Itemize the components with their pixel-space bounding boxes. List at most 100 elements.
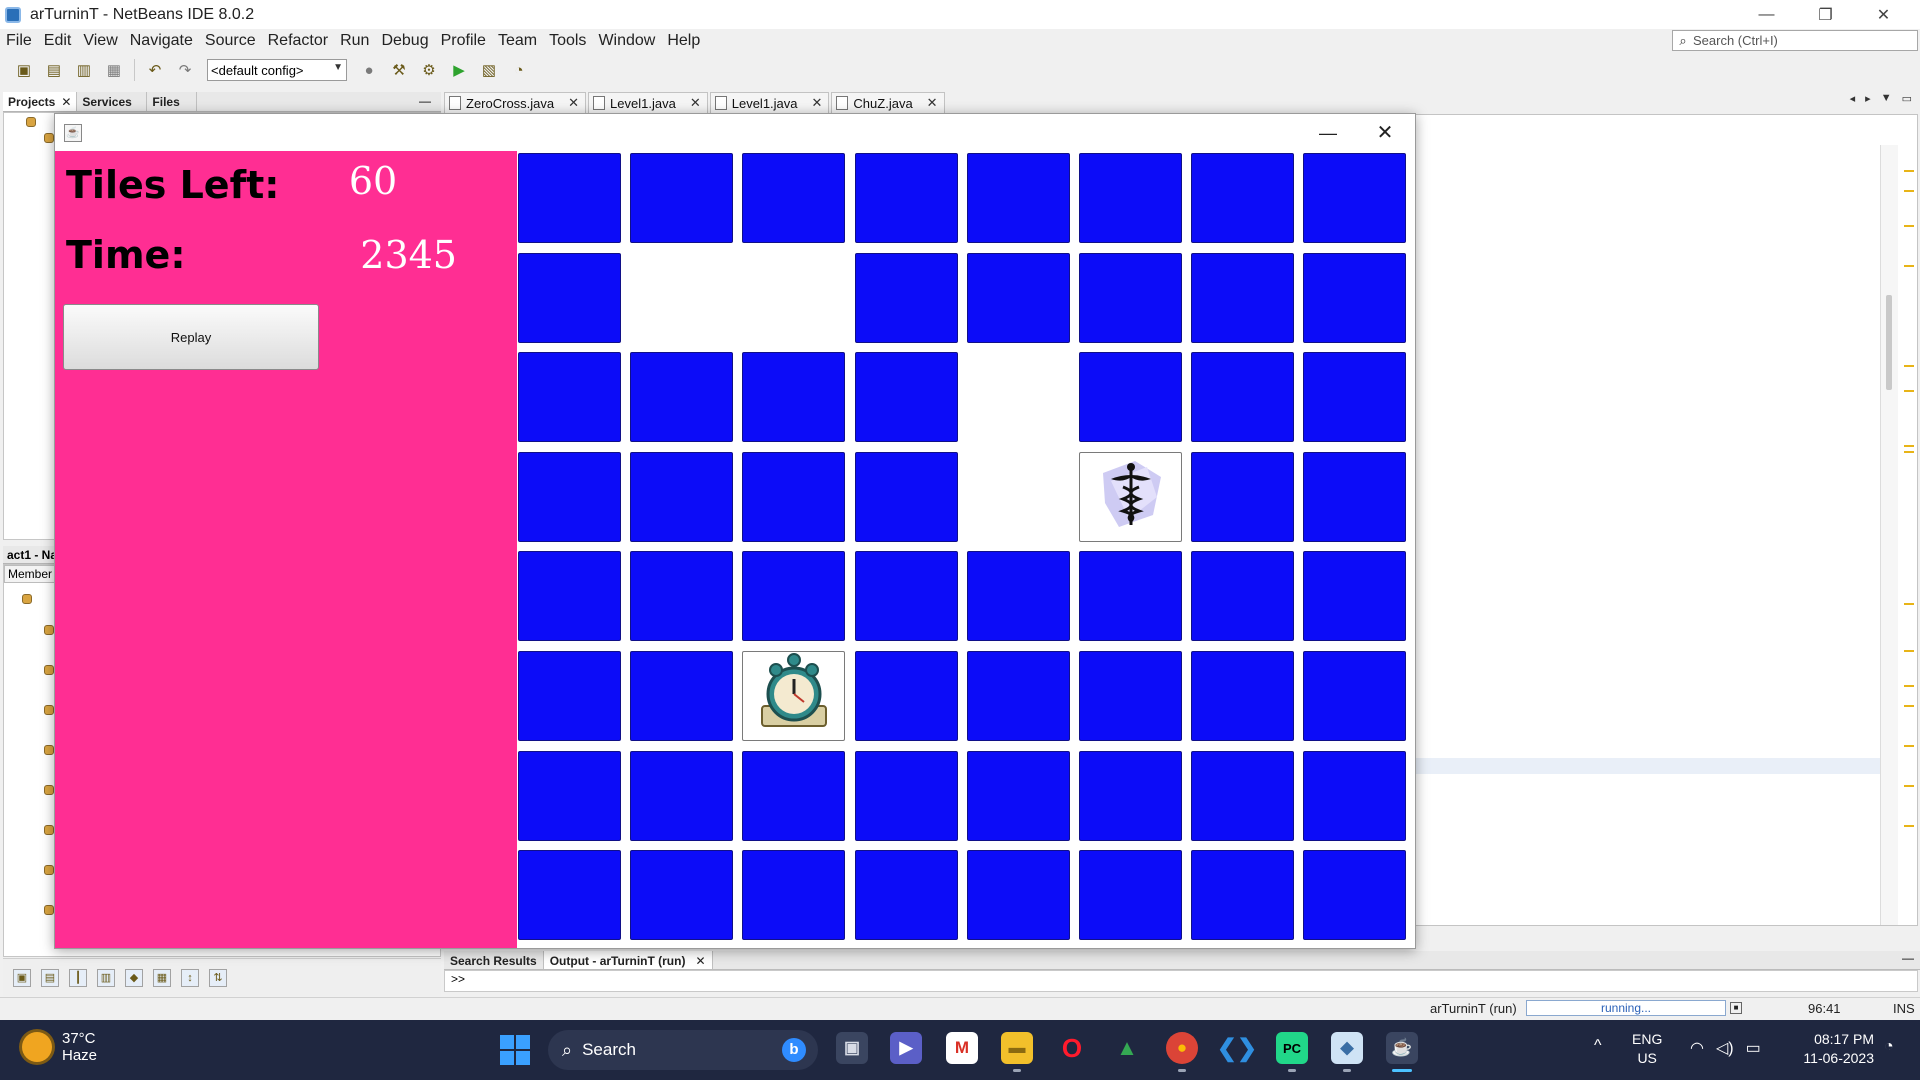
- build-hammer-icon[interactable]: ⚒: [387, 58, 411, 82]
- menu-profile[interactable]: Profile: [435, 32, 492, 50]
- tile-r7-c6[interactable]: [1191, 850, 1295, 941]
- config-select[interactable]: <default config> ▼: [207, 59, 347, 81]
- close-icon[interactable]: ✕: [695, 954, 705, 968]
- java-app-icon[interactable]: ☕: [1386, 1032, 1418, 1072]
- debug-icon[interactable]: ▧: [477, 58, 501, 82]
- gmail-icon[interactable]: M: [946, 1032, 978, 1064]
- close-icon[interactable]: ✕: [61, 95, 71, 109]
- tile-r0-c0[interactable]: [518, 153, 621, 243]
- virtualbox-icon[interactable]: ◆: [1331, 1032, 1363, 1072]
- file-explorer-icon[interactable]: ▬: [1001, 1032, 1033, 1072]
- tile-r1-c3[interactable]: [854, 252, 958, 343]
- menu-team[interactable]: Team: [492, 32, 543, 50]
- tab-output-run[interactable]: Output - arTurninT (run) ✕: [543, 951, 713, 969]
- start-button[interactable]: [500, 1035, 530, 1065]
- tile-r7-c2[interactable]: [742, 850, 846, 941]
- tab-services[interactable]: Services: [77, 92, 148, 111]
- run-icon[interactable]: ▶: [447, 58, 471, 82]
- bing-icon[interactable]: b: [782, 1038, 806, 1062]
- input-language[interactable]: ENG US: [1632, 1030, 1662, 1068]
- tab-level1-a[interactable]: Level1.java ✕: [588, 92, 708, 113]
- tile-r5-c4[interactable]: [966, 651, 1070, 741]
- tab-chuz[interactable]: ChuZ.java ✕: [831, 92, 945, 113]
- tile-r4-c7[interactable]: [1303, 551, 1407, 642]
- tile-r3-c7[interactable]: [1303, 451, 1407, 542]
- sort-source-icon[interactable]: ↕: [181, 968, 199, 987]
- tile-r1-c0[interactable]: [518, 252, 621, 343]
- tile-r4-c4[interactable]: [966, 551, 1070, 642]
- opera-icon[interactable]: O: [1056, 1032, 1088, 1064]
- tile-r2-c6[interactable]: [1191, 352, 1295, 443]
- tile-r4-c5[interactable]: [1079, 551, 1182, 642]
- tile-r6-c3[interactable]: [854, 750, 958, 841]
- replay-button[interactable]: Replay: [63, 304, 319, 370]
- minimize-output-icon[interactable]: —: [1902, 951, 1914, 965]
- tile-r6-c4[interactable]: [966, 750, 1070, 841]
- tile-r7-c7[interactable]: [1303, 850, 1407, 941]
- tile-r1-c7[interactable]: [1303, 252, 1407, 343]
- tile-r3-c6[interactable]: [1191, 451, 1295, 542]
- task-view-icon[interactable]: ▣: [836, 1032, 868, 1064]
- menu-edit[interactable]: Edit: [38, 32, 78, 50]
- teams-icon[interactable]: ▶: [890, 1032, 922, 1064]
- tile-r3-c5[interactable]: [1079, 451, 1182, 542]
- game-close-button[interactable]: ✕: [1357, 118, 1413, 148]
- tile-r0-c2[interactable]: [742, 153, 846, 243]
- tile-r6-c7[interactable]: [1303, 750, 1407, 841]
- tile-r3-c3[interactable]: [854, 451, 958, 542]
- ide-close-button[interactable]: ✕: [1855, 0, 1912, 29]
- tile-r5-c5[interactable]: [1079, 651, 1182, 741]
- ide-restore-button[interactable]: ❐: [1797, 0, 1854, 29]
- google-drive-icon[interactable]: ▲: [1111, 1032, 1143, 1064]
- close-icon[interactable]: ✕: [568, 95, 579, 111]
- show-opened-documents-icon[interactable]: ▼: [1881, 92, 1892, 105]
- tile-r6-c0[interactable]: [518, 750, 621, 841]
- redo-icon[interactable]: ↷: [173, 58, 197, 82]
- sort-name-icon[interactable]: ▦: [153, 968, 171, 987]
- wifi-icon[interactable]: ◠: [1690, 1038, 1704, 1058]
- scroll-right-icon[interactable]: ▸: [1865, 92, 1871, 105]
- menu-navigate[interactable]: Navigate: [124, 32, 199, 50]
- volume-icon[interactable]: ◁): [1716, 1038, 1734, 1058]
- tile-r0-c5[interactable]: [1079, 153, 1182, 243]
- filter-static-icon[interactable]: ▤: [41, 968, 59, 987]
- tab-search-results[interactable]: Search Results: [444, 951, 544, 969]
- tile-r5-c6[interactable]: [1191, 651, 1295, 741]
- tile-r7-c3[interactable]: [854, 850, 958, 941]
- filter-lock-icon[interactable]: ▥: [97, 968, 115, 987]
- close-icon[interactable]: ✕: [927, 95, 938, 111]
- tile-r3-c2[interactable]: [742, 451, 846, 542]
- scrollbar-thumb[interactable]: [1886, 295, 1892, 390]
- tile-r2-c3[interactable]: [854, 352, 958, 443]
- menu-run[interactable]: Run: [334, 32, 375, 50]
- tile-r6-c5[interactable]: [1079, 750, 1182, 841]
- tile-r4-c3[interactable]: [854, 551, 958, 642]
- tile-r2-c2[interactable]: [742, 352, 846, 443]
- show-hidden-icons-chevron-icon[interactable]: ^: [1594, 1037, 1602, 1055]
- tab-level1-b[interactable]: Level1.java ✕: [709, 92, 830, 113]
- tile-r6-c1[interactable]: [630, 750, 734, 841]
- tile-r6-c6[interactable]: [1191, 750, 1295, 841]
- menu-refactor[interactable]: Refactor: [262, 32, 334, 50]
- tile-r6-c2[interactable]: [742, 750, 846, 841]
- ide-search-input[interactable]: ⌕ Search (Ctrl+I): [1672, 30, 1918, 51]
- tile-r0-c3[interactable]: [854, 153, 958, 243]
- filter-inherited-icon[interactable]: ◆: [125, 968, 143, 987]
- tab-zerocross[interactable]: ZeroCross.java ✕: [444, 92, 587, 113]
- system-clock[interactable]: 08:17 PM 11-06-2023: [1786, 1030, 1874, 1068]
- tile-r0-c4[interactable]: [966, 153, 1070, 243]
- tile-r2-c5[interactable]: [1079, 352, 1182, 443]
- new-file-icon[interactable]: ▣: [12, 58, 36, 82]
- new-project-icon[interactable]: ▤: [42, 58, 66, 82]
- tile-r1-c6[interactable]: [1191, 252, 1295, 343]
- battery-icon[interactable]: ▭: [1746, 1038, 1761, 1058]
- chrome-icon[interactable]: ●: [1166, 1032, 1198, 1072]
- menu-debug[interactable]: Debug: [375, 32, 434, 50]
- ide-minimize-button[interactable]: —: [1738, 0, 1795, 29]
- menu-help[interactable]: Help: [661, 32, 706, 50]
- tile-r4-c1[interactable]: [630, 551, 734, 642]
- tab-files[interactable]: Files: [147, 92, 198, 111]
- menu-tools[interactable]: Tools: [543, 32, 592, 50]
- tile-r7-c1[interactable]: [630, 850, 734, 941]
- tile-r7-c0[interactable]: [518, 850, 621, 941]
